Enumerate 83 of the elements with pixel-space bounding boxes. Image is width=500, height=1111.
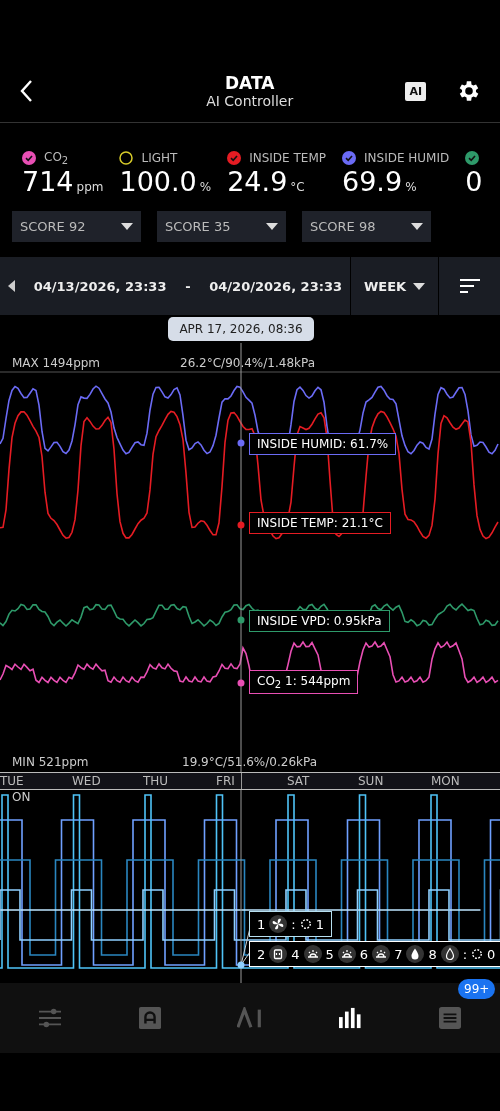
data-point [237,961,245,969]
day-label: FRI [216,773,235,789]
metric-value: 24.9 [227,166,288,197]
min-label: MIN 521ppm [12,755,89,769]
day-label: MON [431,773,460,789]
legend-separator: : [462,946,468,962]
dotted-ring-icon [471,948,484,960]
metric-value: 100.0 [119,166,197,197]
checked-circle-icon[interactable] [342,151,356,165]
time-tooltip: APR 17, 2026, 08:36 [168,317,314,341]
caret-icon [413,282,426,290]
checked-circle-icon[interactable] [465,151,480,165]
back-icon[interactable] [20,79,34,103]
port-number: 2 [257,946,266,962]
port-number: 1 [257,916,266,932]
metric-label: INSIDE HUMID [364,151,450,165]
day-label: SUN [358,773,384,789]
caret-icon [121,223,133,230]
ai-icon[interactable] [237,1007,263,1029]
port-number: 4 [291,946,300,962]
port-number: 6 [359,946,369,962]
metric-unit: ppm [76,180,104,194]
caret-icon [411,223,423,230]
letter-a-icon[interactable] [139,1007,161,1029]
empty-circle-icon[interactable] [119,151,134,165]
sliders-icon[interactable] [39,1007,61,1029]
lamp-icon [303,945,322,963]
score-dropdown[interactable]: SCORE 35 [157,211,286,242]
date-separator: - [185,278,191,294]
data-point [237,439,245,447]
ai-chat-button[interactable]: AI [405,81,426,101]
outlet-icon [269,945,288,963]
data-point [237,616,245,624]
value-callout: INSIDE VPD: 0.95kPa [249,610,390,632]
start-date[interactable]: 04/13/2026, 23:33 [33,278,167,294]
metric-value: 69.9 [342,166,403,197]
value-callout: INSIDE HUMID: 61.7% [249,433,397,455]
metric-label: LIGHT [141,151,178,165]
page-subtitle: AI Controller [206,93,294,109]
on-label: ON [12,790,31,804]
caret-icon [266,223,278,230]
metric-unit: °C [290,180,305,194]
page-title: DATA [225,73,275,93]
metric-unit: % [199,180,212,194]
min-values: 19.9°C/51.6%/0.26kPa [182,755,318,769]
checked-circle-icon[interactable] [227,151,242,165]
legend-value: 0 [487,946,496,962]
day-label: THU [143,773,169,789]
lamp-icon [372,945,391,963]
drop-outline-icon [440,945,459,963]
sort-icon[interactable] [459,279,480,293]
lamp-icon [337,945,356,963]
data-point [237,679,245,687]
day-label: WED [72,773,101,789]
data-point [237,521,245,529]
list-icon[interactable] [439,1007,461,1029]
bar-chart-icon[interactable] [339,1007,361,1029]
period-dropdown[interactable]: WEEK [351,257,439,315]
max-label: MAX 1494ppm [12,356,101,370]
value-callout: CO$_{2}$ 1: 544ppm [249,670,359,695]
port-number: 8 [428,946,437,962]
score-dropdown[interactable]: SCORE 92 [12,211,141,242]
legend-separator: : [291,916,296,932]
previous-icon[interactable] [8,280,15,292]
legend-value: 1 [315,916,324,932]
score-dropdown[interactable]: SCORE 98 [302,211,431,242]
metric-value: 0 [465,166,483,197]
end-date[interactable]: 04/20/2026, 23:33 [209,278,342,294]
port-number: 7 [394,946,403,962]
metric-label: INSIDE TEMP [249,151,326,165]
value-callout: INSIDE TEMP: 21.1°C [249,512,391,534]
notification-badge: 99+ [458,979,496,999]
metric-value: 714 [22,166,74,197]
checked-circle-icon[interactable] [22,151,36,165]
port-number: 5 [325,946,334,962]
day-label: SAT [287,773,310,789]
metric-unit: % [405,180,417,194]
metric-label: CO$_{2}$ [44,149,69,167]
dotted-ring-icon [299,918,312,930]
drop-icon [406,945,425,963]
fan-icon [269,915,288,933]
max-values: 26.2°C/90.4%/1.48kPa [180,356,316,370]
day-label: TUE [0,773,24,789]
